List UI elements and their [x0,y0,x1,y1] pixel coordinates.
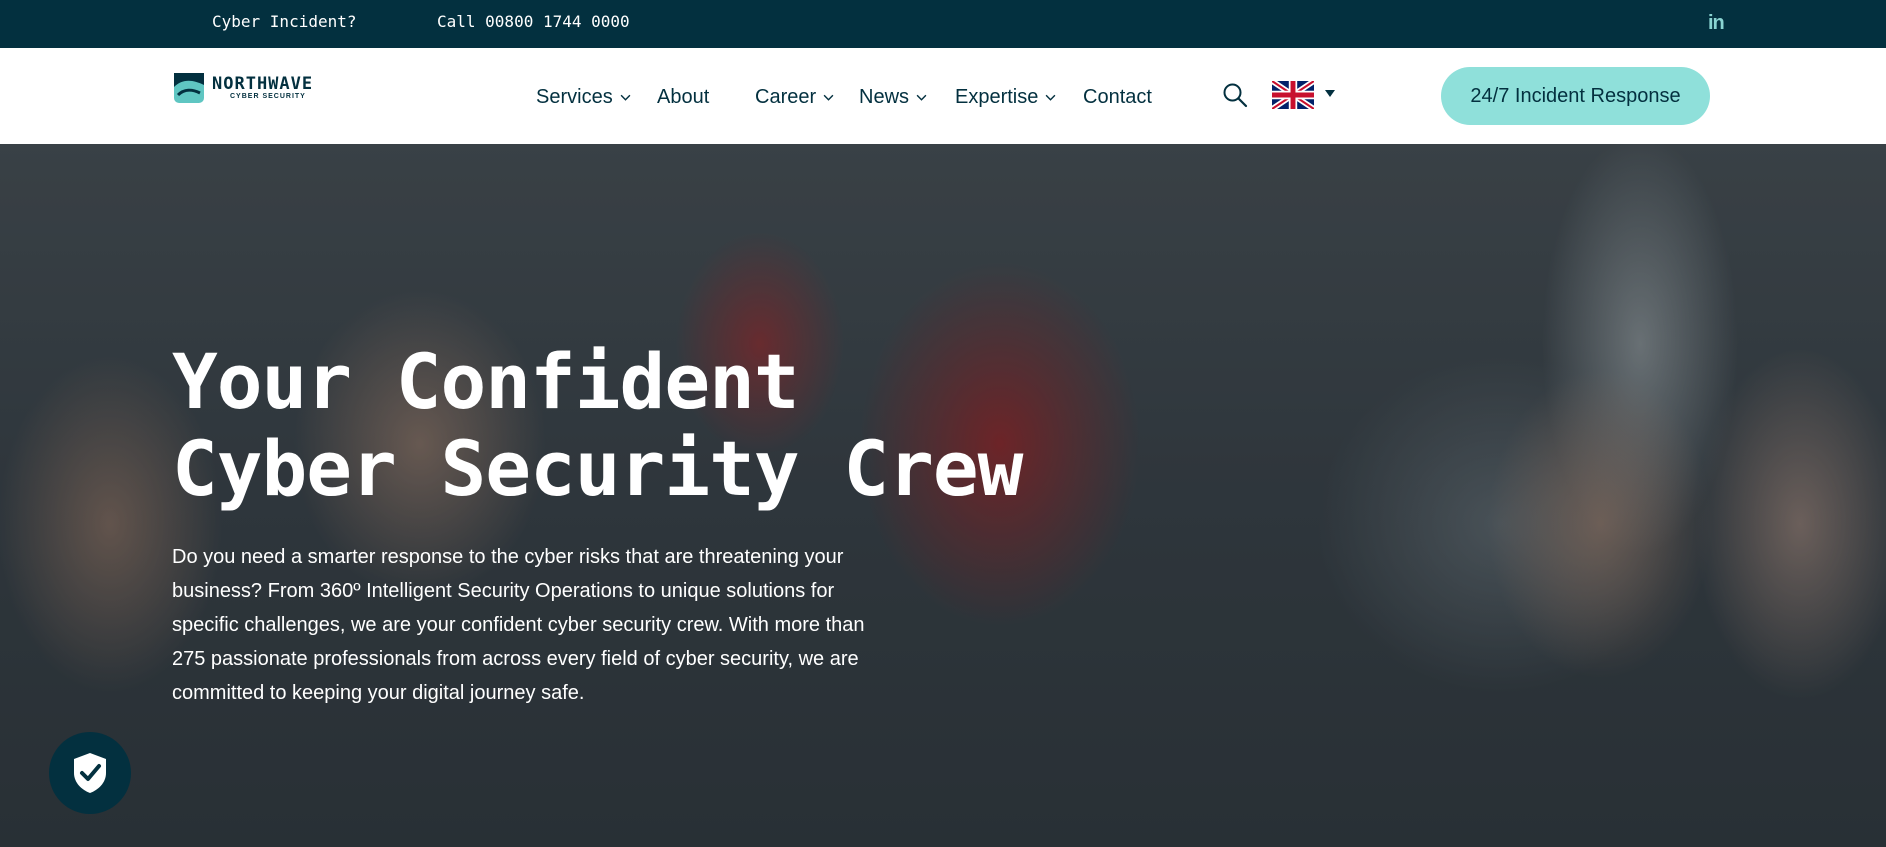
cyber-incident-link[interactable]: Cyber Incident? [212,12,357,31]
search-icon[interactable] [1222,82,1248,108]
nav-news[interactable]: News [859,84,927,110]
shield-check-icon [74,753,106,793]
hero-paragraph: Do you need a smarter response to the cy… [172,546,865,704]
nav-news-label: News [859,85,910,108]
uk-flag-icon[interactable] [1272,81,1314,109]
hero-title-line1: Your Confident [172,337,800,426]
nav-career[interactable]: Career [755,84,834,110]
incident-response-button[interactable]: 24/7 Incident Response [1441,67,1710,125]
chevron-down-icon [916,94,927,101]
nav-expertise[interactable]: Expertise [955,84,1056,110]
nav-contact-label: Contact [1083,85,1152,108]
nav-about-label: About [657,85,710,108]
logo-tagline: CYBER SECURITY [230,92,306,100]
northwave-logo[interactable]: NORTHWAVE CYBER SECURITY [174,72,313,104]
nav-services[interactable]: Services [536,84,631,110]
chevron-down-icon [823,94,834,101]
nav-about[interactable]: About [657,84,709,110]
chevron-down-icon [1045,94,1056,101]
hero-title: Your Confident Cyber Security Crew [172,337,1023,513]
logo-mark-icon [174,73,204,103]
nav-expertise-label: Expertise [955,85,1039,108]
nav-career-label: Career [755,85,817,108]
linkedin-icon[interactable]: in [1708,13,1730,33]
privacy-shield-button[interactable] [49,732,131,814]
nav-contact[interactable]: Contact [1083,84,1152,110]
logo-name: NORTHWAVE [212,73,314,94]
language-caret-icon[interactable] [1325,90,1335,97]
nav-services-label: Services [536,85,613,108]
call-link[interactable]: Call 00800 1744 0000 [437,12,630,31]
top-bar: Cyber Incident? Call 00800 1744 0000 in [0,0,1886,48]
chevron-down-icon [620,94,631,101]
hero-title-line2: Cyber Security Crew [172,424,1023,513]
